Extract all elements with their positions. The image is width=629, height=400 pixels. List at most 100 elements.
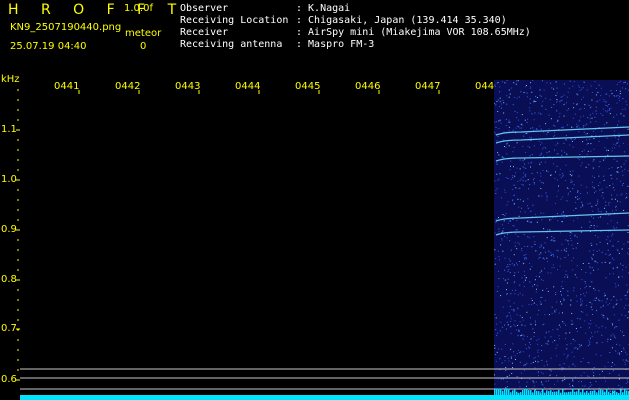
noise-speckle (512, 225, 514, 227)
noise-speckle (614, 314, 615, 316)
noise-speckle (608, 204, 610, 206)
noise-speckle (556, 355, 558, 357)
noise-speckle (552, 341, 554, 343)
noise-speckle (602, 315, 604, 317)
noise-speckle (495, 193, 497, 194)
noise-speckle (501, 103, 503, 105)
noise-speckle (521, 124, 523, 126)
noise-speckle (542, 170, 544, 171)
noise-speckle (606, 239, 608, 241)
noise-speckle (607, 339, 609, 341)
noise-speckle (546, 257, 548, 259)
noise-speckle (501, 161, 503, 163)
noise-speckle (599, 182, 601, 184)
noise-speckle (499, 91, 501, 93)
baseline-spike (518, 392, 520, 395)
noise-speckle (522, 180, 524, 182)
noise-speckle (615, 144, 617, 146)
noise-speckle (516, 329, 518, 331)
baseline-spike (570, 391, 572, 395)
baseline-spike (530, 390, 532, 395)
noise-speckle (500, 321, 502, 323)
noise-speckle (528, 107, 530, 109)
noise-speckle (514, 325, 516, 327)
noise-speckle (524, 163, 525, 165)
noise-speckle (519, 292, 521, 294)
noise-speckle (516, 264, 518, 266)
noise-speckle (561, 154, 563, 156)
noise-speckle (553, 104, 555, 105)
noise-speckle (588, 376, 590, 377)
noise-speckle (503, 228, 505, 229)
noise-speckle (611, 178, 613, 180)
noise-speckle (564, 379, 566, 380)
noise-speckle (507, 324, 509, 326)
noise-speckle (549, 99, 551, 101)
noise-speckle (516, 262, 517, 264)
noise-speckle (582, 263, 584, 264)
noise-speckle (569, 170, 571, 172)
noise-speckle (574, 235, 576, 237)
noise-speckle (591, 258, 593, 260)
noise-speckle (611, 174, 613, 176)
noise-speckle (602, 108, 604, 110)
noise-speckle (615, 205, 617, 207)
noise-speckle (572, 188, 574, 190)
noise-speckle (570, 240, 572, 241)
noise-speckle (623, 347, 625, 349)
noise-speckle (597, 331, 599, 333)
noise-speckle (590, 281, 592, 283)
noise-speckle (612, 233, 614, 235)
noise-speckle (625, 193, 627, 194)
noise-speckle (566, 109, 568, 111)
noise-speckle (563, 217, 565, 219)
noise-speckle (625, 359, 627, 361)
noise-speckle (591, 267, 593, 269)
noise-speckle (533, 129, 535, 131)
noise-speckle (557, 153, 559, 155)
noise-speckle (535, 101, 537, 102)
noise-speckle (600, 95, 602, 97)
noise-speckle (512, 175, 514, 177)
noise-speckle (565, 338, 566, 340)
noise-speckle (614, 227, 616, 229)
noise-speckle (542, 80, 543, 82)
noise-speckle (539, 94, 541, 96)
noise-speckle (589, 385, 591, 387)
noise-speckle (544, 258, 546, 260)
noise-speckle (494, 347, 496, 349)
baseline-spike (526, 388, 528, 395)
noise-speckle (580, 344, 582, 346)
noise-speckle (567, 192, 569, 194)
noise-speckle (553, 124, 555, 126)
noise-speckle (599, 189, 601, 191)
noise-speckle (512, 151, 514, 153)
noise-speckle (525, 257, 527, 258)
noise-speckle (499, 259, 500, 261)
noise-speckle (539, 125, 541, 127)
noise-speckle (612, 183, 614, 185)
noise-speckle (572, 248, 574, 250)
noise-speckle (593, 299, 595, 301)
noise-speckle (528, 356, 530, 358)
noise-speckle (573, 81, 575, 83)
noise-speckle (614, 147, 615, 149)
noise-speckle (615, 209, 617, 211)
noise-speckle (497, 332, 499, 334)
noise-speckle (567, 290, 569, 292)
noise-speckle (504, 257, 506, 259)
noise-speckle (528, 237, 530, 239)
noise-speckle (566, 96, 568, 98)
noise-speckle (506, 233, 508, 235)
noise-speckle (601, 334, 603, 336)
noise-speckle (509, 326, 511, 328)
noise-speckle (599, 241, 601, 243)
noise-speckle (548, 114, 550, 116)
noise-speckle (523, 172, 525, 174)
noise-speckle (509, 260, 511, 262)
noise-speckle (496, 290, 498, 292)
noise-speckle (508, 258, 510, 260)
noise-speckle (550, 174, 552, 176)
noise-speckle (580, 299, 582, 301)
noise-speckle (537, 349, 539, 351)
